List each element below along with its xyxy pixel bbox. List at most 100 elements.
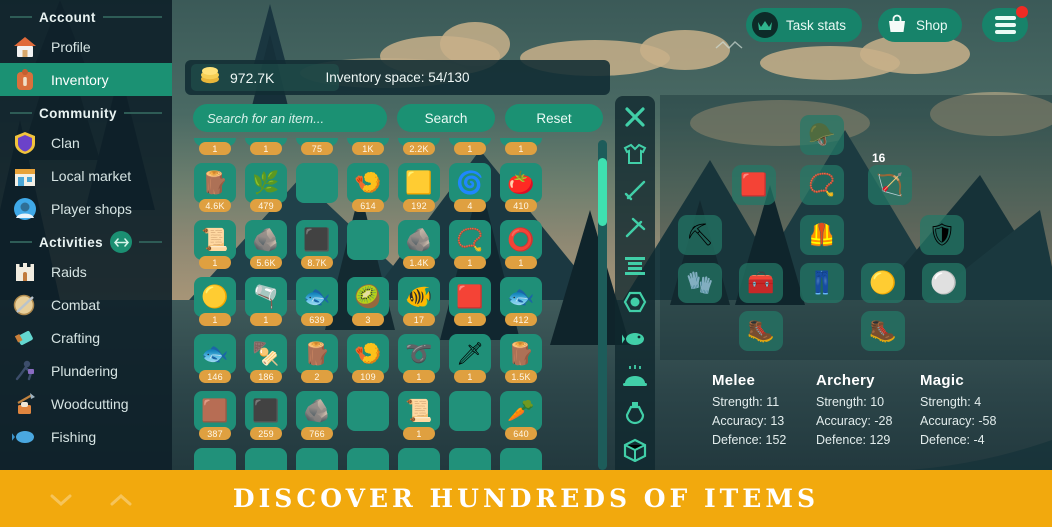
inventory-cell[interactable]: 1 <box>241 138 291 163</box>
inventory-cell[interactable]: 📜 1 <box>190 220 240 277</box>
coal-icon[interactable]: ⬛ <box>296 220 338 260</box>
inventory-cell[interactable]: 1 <box>445 138 495 163</box>
sidebar-item-crafting[interactable]: Crafting <box>0 321 172 354</box>
empty-slot[interactable] <box>347 220 389 260</box>
cooked-fish-icon[interactable]: 🍤 <box>347 163 389 203</box>
inventory-cell[interactable]: 📜 1 <box>394 391 444 448</box>
gloves-slot[interactable]: 🧤 <box>678 263 722 303</box>
fish-icon[interactable] <box>620 324 650 354</box>
inventory-cell[interactable] <box>394 448 444 472</box>
skewer-fish-icon[interactable]: 🐟 <box>194 334 236 374</box>
boots-slot-2[interactable]: 🥾 <box>861 311 905 351</box>
pickaxe-icon[interactable] <box>620 213 650 243</box>
sword-icon[interactable] <box>620 176 650 206</box>
inventory-cell[interactable]: 🪨 1.4K <box>394 220 444 277</box>
empty-slot[interactable] <box>194 448 236 472</box>
body-slot[interactable]: 🦺 <box>800 215 844 255</box>
inventory-cell[interactable]: 🟨 192 <box>394 163 444 220</box>
kiwi-icon[interactable]: 🥝 <box>347 277 389 317</box>
tool-belt-slot[interactable]: 🧰 <box>739 263 783 303</box>
empty-slot[interactable] <box>500 448 542 472</box>
inventory-cell[interactable]: ⭕ 1 <box>496 220 546 277</box>
inventory-cell[interactable]: 🥝 3 <box>343 277 393 334</box>
promo-banner[interactable]: DISCOVER HUNDREDS OF ITEMS <box>0 470 1052 527</box>
inventory-cell[interactable]: 🟥 1 <box>445 277 495 334</box>
necklace-slot[interactable]: 📿 <box>800 165 844 205</box>
left-right-arrow-icon[interactable] <box>110 231 133 253</box>
inventory-cell[interactable]: 🐟 412 <box>496 277 546 334</box>
potion-icon[interactable]: 🫗 <box>245 277 287 317</box>
reset-button[interactable]: Reset <box>505 104 603 132</box>
raw-fish-icon[interactable]: 🐠 <box>398 277 440 317</box>
inventory-cell[interactable] <box>343 391 393 448</box>
sidebar-item-combat[interactable]: Combat <box>0 288 172 321</box>
inventory-cell[interactable] <box>292 448 342 472</box>
inventory-cell[interactable]: 🪵 2 <box>292 334 342 391</box>
empty-slot[interactable] <box>296 163 338 203</box>
inventory-cell[interactable]: 🪨 5.6K <box>241 220 291 277</box>
ammo-slot[interactable]: 🏹 <box>868 165 912 205</box>
potion-icon[interactable] <box>620 398 650 428</box>
food-icon[interactable] <box>620 361 650 391</box>
empty-slot[interactable] <box>449 448 491 472</box>
inventory-cell[interactable]: 1K <box>343 138 393 163</box>
box-icon[interactable] <box>620 435 650 465</box>
boots-slot[interactable]: 🥾 <box>739 311 783 351</box>
cooked-fish-icon[interactable]: 🍤 <box>347 334 389 374</box>
gem-icon[interactable] <box>620 287 650 317</box>
chevron-down-icon[interactable] <box>48 487 74 513</box>
empty-slot[interactable] <box>347 448 389 472</box>
inventory-cell[interactable]: 🍢 186 <box>241 334 291 391</box>
shield-slot[interactable]: 🛡 <box>920 215 964 255</box>
sidebar-item-inventory[interactable]: Inventory <box>0 63 172 96</box>
helmet-slot[interactable]: 🪖 <box>800 115 844 155</box>
inventory-cell[interactable]: 🌿 479 <box>241 163 291 220</box>
weapon-slot[interactable]: ⛏ <box>678 215 722 255</box>
empty-slot[interactable] <box>296 448 338 472</box>
iron-bar-icon[interactable]: ⬛ <box>245 391 287 431</box>
inventory-cell[interactable] <box>241 448 291 472</box>
log-icon[interactable]: 🪵 <box>296 334 338 374</box>
rune-icon[interactable]: 🌀 <box>449 163 491 203</box>
ring-icon[interactable]: ⭕ <box>500 220 542 260</box>
inventory-cell[interactable]: 75 <box>292 138 342 163</box>
inventory-cell[interactable]: 🐟 146 <box>190 334 240 391</box>
inventory-cell[interactable]: 🟫 387 <box>190 391 240 448</box>
inventory-cell[interactable]: 🪵 4.6K <box>190 163 240 220</box>
search-input[interactable] <box>193 104 387 132</box>
inventory-cell[interactable]: 🟡 1 <box>190 277 240 334</box>
inventory-cell[interactable] <box>292 163 342 220</box>
log-icon[interactable]: 🪵 <box>194 163 236 203</box>
perch-icon[interactable]: 🐟 <box>296 277 338 317</box>
inventory-cell[interactable] <box>445 448 495 472</box>
shop-button[interactable]: Shop <box>878 8 962 42</box>
inventory-cell[interactable]: ⬛ 259 <box>241 391 291 448</box>
inventory-cell[interactable]: 🪵 1.5K <box>496 334 546 391</box>
inventory-cell[interactable]: 🍤 614 <box>343 163 393 220</box>
empty-slot[interactable] <box>347 391 389 431</box>
anvil-icon[interactable]: 🪨 <box>296 391 338 431</box>
shirt-icon[interactable] <box>620 139 650 169</box>
inventory-cell[interactable]: 🐟 639 <box>292 277 342 334</box>
inventory-scrollbar[interactable] <box>598 140 607 470</box>
scrollbar-thumb[interactable] <box>598 158 607 226</box>
sidebar-item-local-market[interactable]: Local market <box>0 159 172 192</box>
search-button[interactable]: Search <box>397 104 495 132</box>
cape-slot[interactable]: 🟥 <box>732 165 776 205</box>
inventory-cell[interactable] <box>496 448 546 472</box>
scroll-icon[interactable]: 📜 <box>194 220 236 260</box>
sidebar-item-plundering[interactable]: Plundering <box>0 354 172 387</box>
empty-slot[interactable] <box>245 448 287 472</box>
inventory-cell[interactable]: 🍤 109 <box>343 334 393 391</box>
chevron-up-icon[interactable] <box>108 487 134 513</box>
inventory-cell[interactable]: 🫗 1 <box>241 277 291 334</box>
sidebar-item-raids[interactable]: Raids <box>0 255 172 288</box>
sidebar-item-player-shops[interactable]: Player shops <box>0 192 172 225</box>
gold-bar-icon[interactable]: 🟨 <box>398 163 440 203</box>
leather-icon[interactable]: 🪵 <box>500 334 542 374</box>
sidebar-item-woodcutting[interactable]: Woodcutting <box>0 387 172 420</box>
bar-icon[interactable] <box>620 250 650 280</box>
pickaxe-scroll-icon[interactable]: 📜 <box>398 391 440 431</box>
inventory-cell[interactable]: 🌀 4 <box>445 163 495 220</box>
inventory-cell[interactable]: ➰ 1 <box>394 334 444 391</box>
